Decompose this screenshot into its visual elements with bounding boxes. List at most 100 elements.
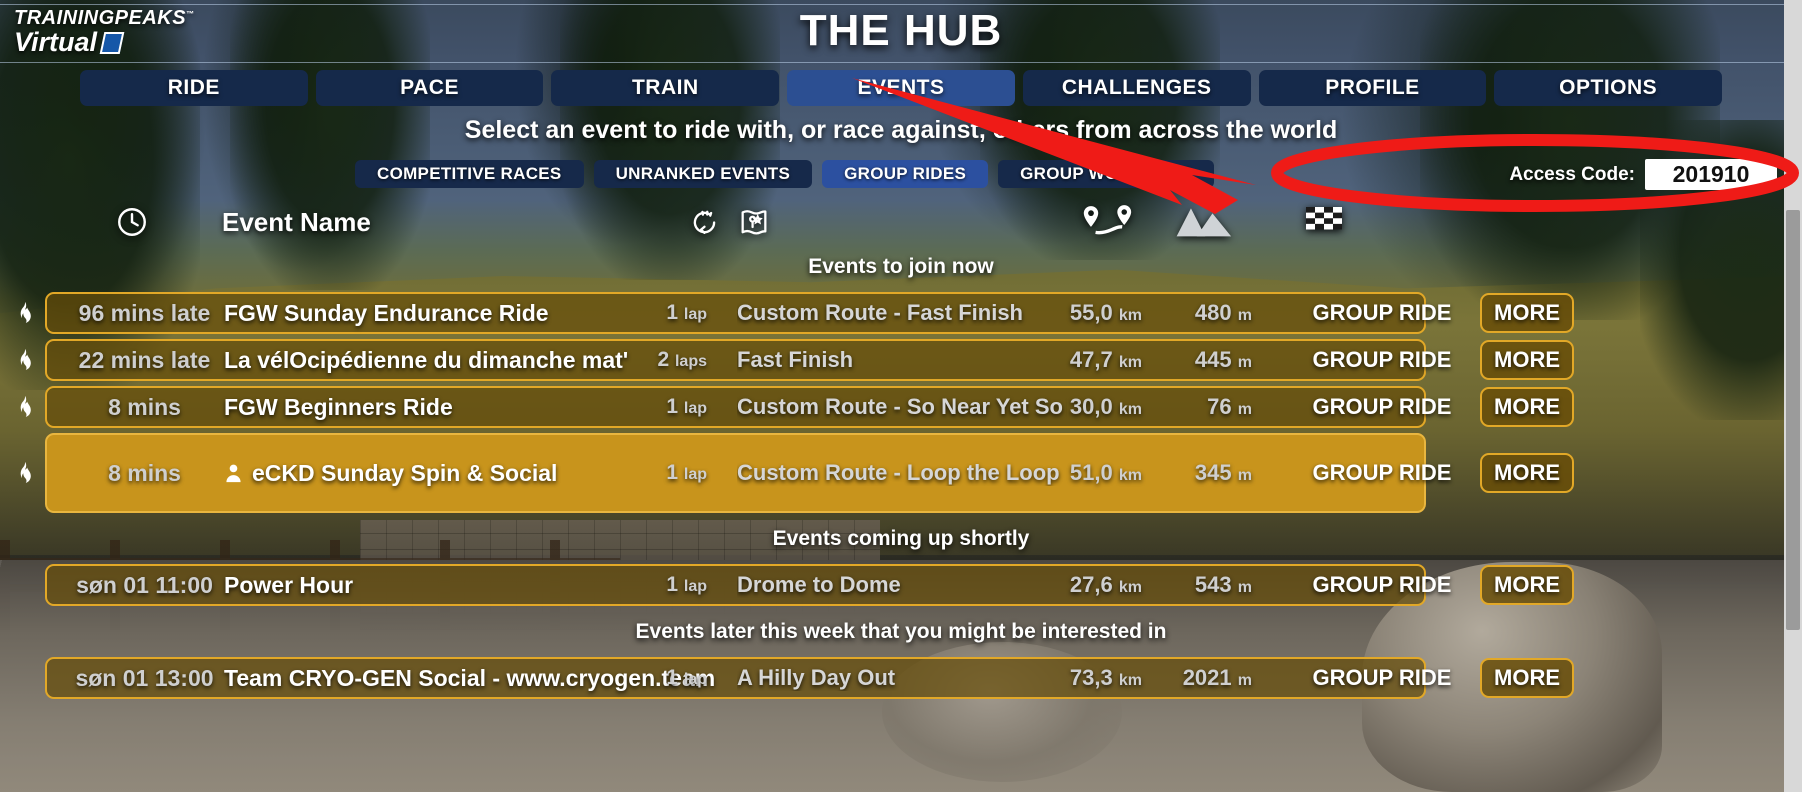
event-laps: 1 lap	[607, 666, 707, 690]
logo-virtual-text: Virtual	[14, 27, 98, 57]
section-heading: Events coming up shortly	[772, 527, 1030, 550]
filter-unranked-events[interactable]: UNRANKED EVENTS	[593, 160, 813, 188]
event-laps-count: 2	[657, 348, 670, 371]
event-laps-unit: laps	[674, 353, 707, 370]
more-button[interactable]: MORE	[1480, 453, 1574, 493]
event-elevation-unit: m	[1237, 307, 1252, 324]
event-name: FGW Beginners Ride	[224, 394, 453, 421]
event-laps-unit: lap	[683, 466, 707, 483]
scrollbar-thumb[interactable]	[1786, 210, 1800, 630]
flame-icon	[20, 349, 31, 370]
event-elevation: 76 m	[1137, 394, 1252, 420]
more-button[interactable]: MORE	[1480, 387, 1574, 427]
event-name-text: La vélOcipédienne du dimanche mat'	[224, 346, 629, 373]
event-row[interactable]: 96 mins late FGW Sunday Endurance Ride 1 l…	[45, 292, 1451, 334]
filter-competitive-races[interactable]: COMPETITIVE RACES	[355, 160, 584, 188]
event-elevation: 480 m	[1137, 300, 1252, 326]
more-button[interactable]: MORE	[1480, 340, 1574, 380]
page-scrollbar[interactable]	[1784, 0, 1802, 792]
event-distance: 30,0 km	[1007, 394, 1142, 420]
flame-icon	[20, 396, 31, 417]
event-distance: 47,7 km	[1007, 347, 1142, 373]
event-type-badge: GROUP RIDE	[1312, 300, 1452, 325]
header-divider-bottom	[0, 62, 1802, 63]
parallelogram-logo-mark-icon	[99, 31, 125, 54]
event-elevation-unit: m	[1237, 401, 1252, 418]
section-heading: Events to join now	[808, 255, 994, 278]
event-elevation: 2021 m	[1137, 665, 1252, 691]
event-laps: 1 lap	[607, 301, 707, 325]
event-laps-unit: lap	[683, 400, 707, 417]
event-distance-value: 51,0	[1069, 460, 1113, 485]
event-distance: 73,3 km	[1007, 665, 1142, 691]
event-elevation-value: 2021	[1182, 665, 1232, 690]
more-button[interactable]: MORE	[1480, 658, 1574, 698]
nav-tab-profile[interactable]: PROFILE	[1258, 70, 1487, 106]
app-root: TRAININGPEAKS™ Virtual THE HUB RIDE PACE T…	[0, 0, 1802, 792]
column-header-event-name: Event Name	[222, 206, 371, 237]
nav-tab-pace[interactable]: PACE	[315, 70, 544, 106]
filter-group-workouts[interactable]: GROUP WORKOUTS	[998, 160, 1215, 188]
event-distance: 51,0 km	[1007, 460, 1142, 486]
event-row-container: søn 01 13:00 Team CRYO-GEN Social - www.c…	[0, 655, 1802, 701]
page-title: THE HUB	[799, 6, 1003, 55]
event-name-text: eCKD Sunday Spin & Social	[252, 459, 558, 486]
flame-icon	[20, 462, 31, 483]
event-distance-value: 27,6	[1069, 572, 1113, 597]
event-laps-unit: lap	[683, 671, 707, 688]
nav-tab-train[interactable]: TRAIN	[551, 70, 780, 106]
more-button[interactable]: MORE	[1480, 565, 1574, 605]
event-laps-count: 1	[666, 666, 679, 689]
list-column-headers: Event Name	[0, 200, 1802, 244]
event-elevation-unit: m	[1237, 354, 1252, 371]
event-laps-count: 1	[666, 301, 679, 324]
event-row[interactable]: søn 01 13:00 Team CRYO-GEN Social - www.c…	[45, 657, 1451, 699]
event-name: Power Hour	[224, 572, 353, 599]
event-laps: 2 laps	[607, 348, 707, 372]
event-name: FGW Sunday Endurance Ride	[224, 300, 549, 327]
nav-tab-options[interactable]: OPTIONS	[1494, 70, 1723, 106]
event-start-time: 96 mins late	[78, 299, 211, 326]
event-elevation-value: 543	[1194, 572, 1232, 597]
logo-brand-name: TRAININGPEAKS	[14, 7, 187, 29]
event-row-container: 8 mins FGW Beginners Ride 1 lap Custom Rout…	[0, 384, 1802, 430]
event-list: Events to join now 96 mins late FGW Sunday…	[0, 244, 1802, 792]
event-laps-unit: lap	[683, 578, 707, 595]
event-name-text: Power Hour	[224, 571, 354, 598]
event-elevation-value: 445	[1194, 347, 1232, 372]
event-laps-unit: lap	[683, 306, 707, 323]
event-start-time: søn 01 11:00	[76, 571, 213, 598]
event-type-badge: GROUP RIDE	[1312, 394, 1452, 419]
event-name-text: FGW Beginners Ride	[224, 393, 453, 420]
event-elevation-value: 480	[1194, 300, 1232, 325]
trainingpeaks-virtual-logo: TRAININGPEAKS™ Virtual	[14, 8, 195, 56]
event-laps: 1 lap	[607, 395, 707, 419]
logo-bottom-text: Virtual	[14, 29, 195, 56]
event-distance-value: 55,0	[1069, 300, 1113, 325]
access-code-input[interactable]	[1645, 159, 1777, 190]
event-type-badge: GROUP RIDE	[1312, 347, 1452, 372]
event-start-time: søn 01 13:00	[75, 664, 214, 691]
event-row-container: søn 01 11:00 Power Hour 1 lap Drome to Dome…	[0, 562, 1802, 608]
event-start-time: 8 mins	[108, 393, 181, 420]
flame-icon	[20, 302, 31, 323]
event-name: eCKD Sunday Spin & Social	[224, 460, 557, 487]
event-laps-count: 1	[666, 395, 679, 418]
event-laps: 1 lap	[607, 573, 707, 597]
nav-tab-events[interactable]: EVENTS	[787, 70, 1015, 106]
event-row[interactable]: 8 mins FGW Beginners Ride 1 lap Custom Rout…	[45, 386, 1451, 428]
event-type-filters: COMPETITIVE RACES UNRANKED EVENTS GROUP RI…	[355, 160, 1215, 188]
event-elevation: 445 m	[1137, 347, 1252, 373]
event-type-badge: GROUP RIDE	[1312, 572, 1452, 597]
event-elevation-value: 345	[1194, 460, 1232, 485]
nav-tab-challenges[interactable]: CHALLENGES	[1022, 70, 1251, 106]
event-row[interactable]: søn 01 11:00 Power Hour 1 lap Drome to Dome…	[45, 564, 1451, 606]
event-laps-count: 1	[666, 461, 679, 484]
filter-group-rides[interactable]: GROUP RIDES	[822, 160, 989, 188]
nav-tab-ride[interactable]: RIDE	[80, 70, 308, 106]
more-button[interactable]: MORE	[1480, 293, 1574, 333]
event-row[interactable]: 8 mins eCKD Sunday Spin & Social 1 lap Cust…	[45, 433, 1451, 513]
event-start-time: 22 mins late	[78, 346, 211, 373]
event-row[interactable]: 22 mins late La vélOcipédienne du dimanch…	[45, 339, 1451, 381]
event-row-container: 8 mins eCKD Sunday Spin & Social 1 lap Cust…	[0, 431, 1802, 515]
